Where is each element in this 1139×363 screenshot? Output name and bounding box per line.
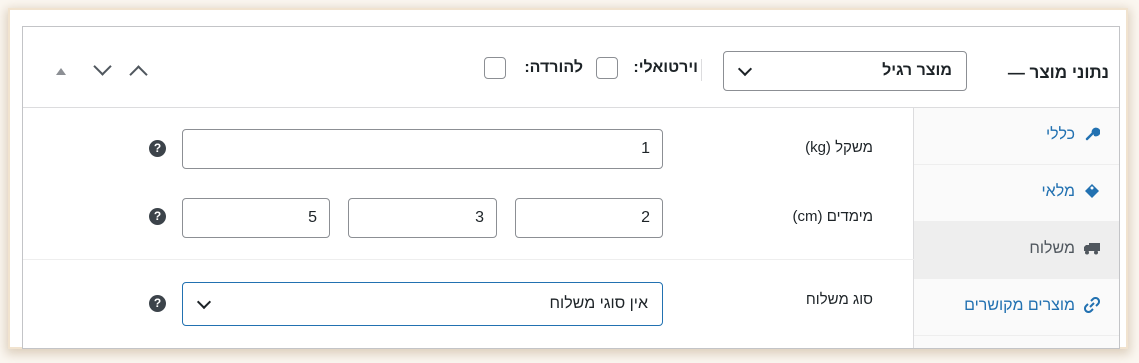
height-input[interactable]: 5	[182, 198, 330, 238]
toggle-panel-icon[interactable]	[56, 68, 66, 75]
downloadable-checkbox[interactable]	[484, 57, 506, 79]
shipping-class-label: סוג משלוח	[805, 291, 873, 308]
truck-icon	[1083, 240, 1101, 258]
tab-linked-products-label: מוצרים מקושרים	[964, 297, 1075, 314]
tab-inventory-label: מלאי	[1041, 183, 1075, 200]
field-divider	[23, 259, 914, 260]
tag-icon	[1083, 183, 1101, 201]
panel-header: נתוני מוצר — מוצר רגיל וירטואלי: להורדה:	[23, 27, 1119, 108]
product-data-panel: נתוני מוצר — מוצר רגיל וירטואלי: להורדה:…	[22, 26, 1120, 349]
product-data-tabs: כללי מלאי משלוח מוצרים מקושרים	[913, 108, 1119, 348]
tab-general[interactable]: כללי	[914, 108, 1119, 165]
move-up-icon[interactable]	[129, 65, 148, 84]
help-icon[interactable]: ?	[149, 295, 166, 312]
virtual-label: וירטואלי:	[633, 59, 698, 76]
move-down-icon[interactable]	[93, 57, 112, 76]
help-icon[interactable]: ?	[149, 140, 166, 157]
downloadable-option[interactable]: להורדה:	[484, 57, 583, 81]
virtual-checkbox[interactable]	[596, 57, 618, 79]
shipping-class-select[interactable]: אין סוגי משלוח	[182, 282, 663, 326]
tab-shipping[interactable]: משלוח	[914, 222, 1119, 279]
tab-shipping-label: משלוח	[1029, 240, 1075, 257]
width-input[interactable]: 3	[348, 198, 497, 238]
tab-linked-products[interactable]: מוצרים מקושרים	[914, 279, 1119, 336]
tab-general-label: כללי	[1045, 126, 1075, 143]
shipping-class-value: אין סוגי משלוח	[549, 295, 649, 312]
downloadable-label: להורדה:	[524, 59, 583, 76]
product-type-value: מוצר רגיל	[882, 62, 952, 79]
chevron-down-icon	[196, 294, 212, 310]
tab-inventory[interactable]: מלאי	[914, 165, 1119, 222]
weight-label: משקל (kg)	[805, 139, 873, 156]
link-icon	[1083, 296, 1101, 315]
weight-input[interactable]: 1	[182, 129, 663, 169]
header-separator	[701, 59, 702, 81]
virtual-option[interactable]: וירטואלי:	[596, 57, 698, 81]
dimensions-label: מימדים (cm)	[792, 208, 873, 225]
product-type-select[interactable]: מוצר רגיל	[723, 51, 967, 91]
wrench-icon	[1083, 126, 1101, 144]
chevron-down-icon	[737, 61, 753, 77]
panel-title: נתוני מוצר —	[1007, 63, 1109, 82]
help-icon[interactable]: ?	[149, 208, 166, 225]
length-input[interactable]: 2	[515, 198, 663, 238]
